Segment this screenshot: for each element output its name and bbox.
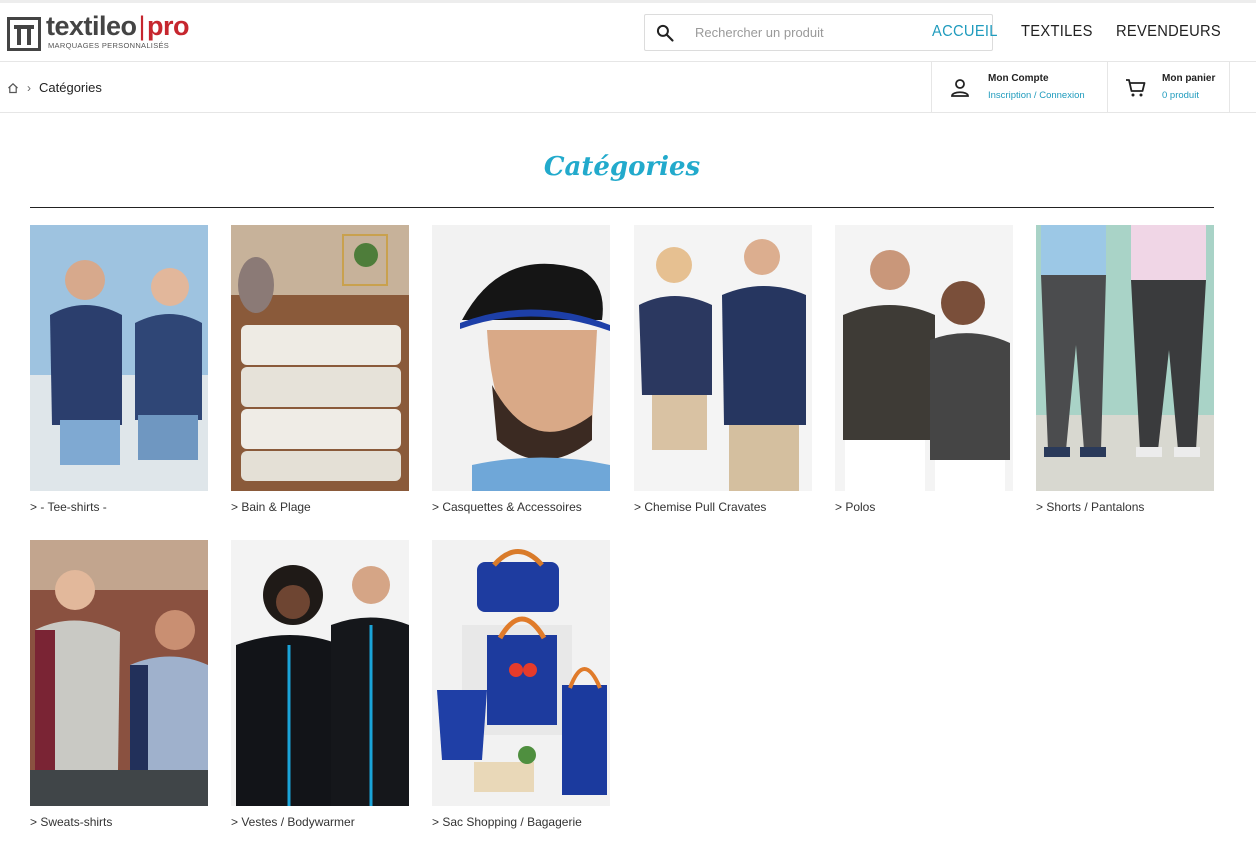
account-login-link[interactable]: Inscription / Connexion <box>988 90 1085 101</box>
cart-block[interactable]: Mon panier 0 produit <box>1107 62 1230 112</box>
cart-count[interactable]: 0 produit <box>1162 90 1199 101</box>
breadcrumb: › Catégories <box>7 80 102 95</box>
category-image-tee-shirts[interactable] <box>30 225 208 491</box>
breadcrumb-separator: › <box>27 80 31 95</box>
nav-textiles[interactable]: TEXTILES <box>1021 23 1093 41</box>
search-icon[interactable] <box>655 23 675 43</box>
sub-header: › Catégories Mon Compte Inscription / Co… <box>0 62 1256 113</box>
site-header: textileo|pro MARQUAGES PERSONNALISÉS ACC… <box>0 3 1256 62</box>
cart-title: Mon panier <box>1162 73 1216 84</box>
category-label[interactable]: > Shorts / Pantalons <box>1036 500 1214 514</box>
category-image-polos[interactable] <box>835 225 1013 491</box>
category-label[interactable]: > Bain & Plage <box>231 500 409 514</box>
category-card-polos[interactable]: > Polos <box>835 225 1013 514</box>
logo-divider: | <box>138 11 146 41</box>
category-card-tee-shirts[interactable]: > - Tee-shirts - <box>30 225 208 514</box>
category-card-shorts[interactable]: > Shorts / Pantalons <box>1036 225 1214 514</box>
breadcrumb-current: Catégories <box>39 80 102 95</box>
home-icon[interactable] <box>7 82 19 94</box>
category-card-sacs[interactable]: > Sac Shopping / Bagagerie <box>432 540 610 829</box>
category-label[interactable]: > - Tee-shirts - <box>30 500 208 514</box>
logo-suffix: pro <box>147 11 190 41</box>
category-label[interactable]: > Chemise Pull Cravates <box>634 500 812 514</box>
logo-tagline: MARQUAGES PERSONNALISÉS <box>48 41 170 50</box>
user-icon <box>951 79 969 97</box>
category-label[interactable]: > Polos <box>835 500 1013 514</box>
logo-name: textileo <box>46 11 137 41</box>
account-block[interactable]: Mon Compte Inscription / Connexion <box>931 62 1108 112</box>
category-image-shorts[interactable] <box>1036 225 1214 491</box>
category-label[interactable]: > Vestes / Bodywarmer <box>231 815 409 829</box>
nav-revendeurs[interactable]: REVENDEURS <box>1116 23 1221 41</box>
logo-mark-icon <box>7 17 41 51</box>
category-card-casquettes[interactable]: > Casquettes & Accessoires <box>432 225 610 514</box>
category-image-sacs[interactable] <box>432 540 610 806</box>
category-label[interactable]: > Casquettes & Accessoires <box>432 500 610 514</box>
category-image-chemise[interactable] <box>634 225 812 491</box>
category-card-bain-plage[interactable]: > Bain & Plage <box>231 225 409 514</box>
search-input[interactable] <box>693 24 967 41</box>
account-title: Mon Compte <box>988 73 1049 84</box>
category-card-chemise[interactable]: > Chemise Pull Cravates <box>634 225 812 514</box>
category-image-sweats[interactable] <box>30 540 208 806</box>
site-logo[interactable]: textileo|pro MARQUAGES PERSONNALISÉS <box>7 11 216 53</box>
category-label[interactable]: > Sac Shopping / Bagagerie <box>432 815 610 829</box>
category-card-sweats[interactable]: > Sweats-shirts <box>30 540 208 829</box>
category-label[interactable]: > Sweats-shirts <box>30 815 208 829</box>
category-image-bain-plage[interactable] <box>231 225 409 491</box>
category-image-casquettes[interactable] <box>432 225 610 491</box>
nav-accueil[interactable]: ACCUEIL <box>932 23 998 41</box>
title-divider <box>30 207 1214 208</box>
cart-icon <box>1126 79 1146 97</box>
category-card-vestes[interactable]: > Vestes / Bodywarmer <box>231 540 409 829</box>
main-nav: ACCUEIL TEXTILES REVENDEURS <box>932 23 1230 41</box>
category-image-vestes[interactable] <box>231 540 409 806</box>
page-title: Catégories <box>543 152 701 182</box>
